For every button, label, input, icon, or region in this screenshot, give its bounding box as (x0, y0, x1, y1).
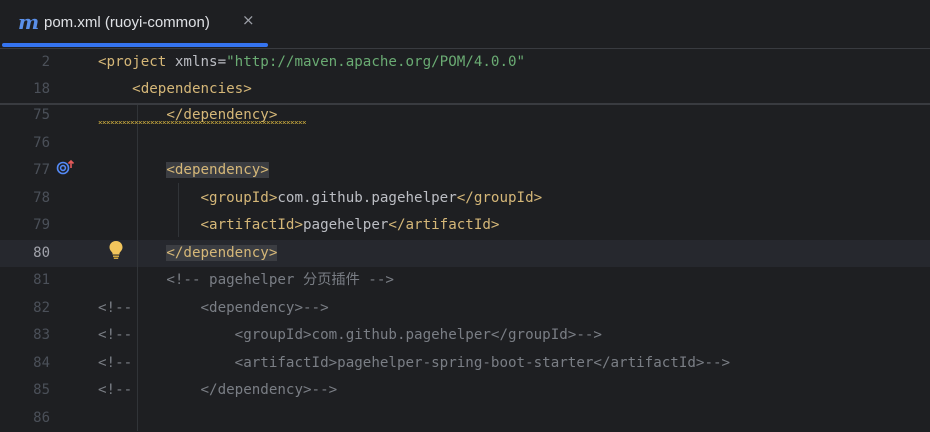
code-line[interactable]: 80 </dependency> (0, 239, 930, 267)
close-icon[interactable]: × (242, 11, 255, 29)
line-number: 78 (33, 189, 50, 206)
code-line[interactable]: 82 <!-- <dependency>--> (0, 295, 930, 322)
code-line[interactable]: 76 (0, 130, 930, 157)
line-number: 80 (33, 244, 50, 261)
line-number: 86 (33, 409, 50, 426)
indent-guide (137, 291, 138, 399)
line-number: 75 (33, 107, 50, 123)
code-line[interactable]: 79 <artifactId>pagehelper</artifactId> (0, 212, 930, 239)
code-line[interactable]: 83 <!-- <groupId>com.github.pagehelper</g… (0, 322, 930, 349)
indent-guide (178, 183, 179, 237)
code-line[interactable]: 85 <!-- </dependency>--> (0, 377, 930, 404)
code-token: <!-- pagehelper 分页插件 --> (166, 272, 394, 288)
code-line[interactable]: 86 (0, 405, 930, 432)
code-text[interactable]: <!-- <artifactId>pagehelper-spring-boot-… (98, 350, 730, 377)
editor-tab-bar: m pom.xml (ruoyi-common) × (0, 0, 930, 49)
code-line[interactable]: 75 </dependency> (0, 102, 930, 129)
sticky-scroll-header[interactable]: 2 <project xmlns="http://maven.apache.org… (0, 49, 930, 105)
code-line[interactable]: 2 <project xmlns="http://maven.apache.org… (0, 49, 930, 76)
code-text[interactable]: <!-- <dependency>--> (98, 295, 329, 322)
code-token: </groupId> (456, 189, 543, 206)
code-line[interactable]: 77 <dependency> (0, 157, 930, 184)
line-number: 18 (33, 81, 50, 97)
code-text[interactable]: <dependency> (98, 157, 269, 184)
code-token: </artifactId> (388, 217, 500, 233)
tab-pom-xml[interactable]: m pom.xml (ruoyi-common) × (0, 0, 268, 48)
code-text[interactable]: </dependency> (98, 240, 278, 267)
line-number: 79 (33, 217, 50, 233)
code-token: <!-- <groupId>com.github.pagehelper</gro… (98, 327, 602, 343)
active-tab-indicator (2, 43, 268, 47)
line-number: 85 (33, 382, 50, 398)
code-text[interactable]: <!-- </dependency>--> (98, 377, 337, 404)
line-number: 77 (33, 162, 50, 178)
code-text[interactable]: <project xmlns="http://maven.apache.org/… (98, 49, 525, 76)
code-token: </dependency> (166, 244, 278, 261)
code-token: com.github.pagehelper (277, 189, 457, 206)
code-token: <artifactId> (200, 217, 304, 233)
line-number: 82 (33, 299, 50, 316)
code-token: <!-- <artifactId>pagehelper-spring-boot-… (98, 354, 731, 371)
code-token: "http://maven.apache.org/POM/4.0.0" (226, 54, 526, 70)
code-token: <dependency> (166, 162, 269, 178)
line-number: 84 (33, 354, 50, 371)
code-token: <project (98, 54, 175, 70)
code-line[interactable]: 18 <dependencies> (0, 76, 930, 103)
code-text[interactable]: <artifactId>pagehelper</artifactId> (98, 212, 500, 239)
line-number: 76 (33, 134, 50, 151)
maven-icon: m (18, 10, 40, 34)
code-editor[interactable]: 2 <project xmlns="http://maven.apache.org… (0, 49, 930, 431)
line-number: 81 (33, 272, 50, 288)
tab-title[interactable]: pom.xml (ruoyi-common) (44, 14, 210, 31)
code-line[interactable]: 78 <groupId>com.github.pagehelper</group… (0, 185, 930, 212)
code-token: pagehelper (303, 217, 389, 233)
warning-underline (98, 121, 306, 124)
code-token: <groupId> (200, 189, 278, 206)
code-token: <!-- </dependency>--> (98, 382, 338, 398)
code-text[interactable]: </dependency> (98, 102, 277, 129)
code-text[interactable]: <groupId>com.github.pagehelper</groupId> (98, 185, 543, 212)
code-text[interactable]: <dependencies> (98, 76, 252, 103)
line-number: 2 (41, 54, 50, 70)
code-text[interactable]: <!-- pagehelper 分页插件 --> (98, 267, 394, 294)
implementation-overrides-icon[interactable] (56, 159, 76, 175)
code-token: <!-- <dependency>--> (98, 299, 329, 316)
code-line[interactable]: 81 <!-- pagehelper 分页插件 --> (0, 267, 930, 294)
lightbulb-icon[interactable] (108, 240, 124, 260)
code-text[interactable]: <!-- <groupId>com.github.pagehelper</gro… (98, 322, 602, 349)
code-token: xmlns= (174, 54, 227, 70)
code-line[interactable]: 84 <!-- <artifactId>pagehelper-spring-boo… (0, 350, 930, 377)
line-number: 83 (33, 327, 50, 343)
code-token: <dependencies> (132, 81, 252, 97)
